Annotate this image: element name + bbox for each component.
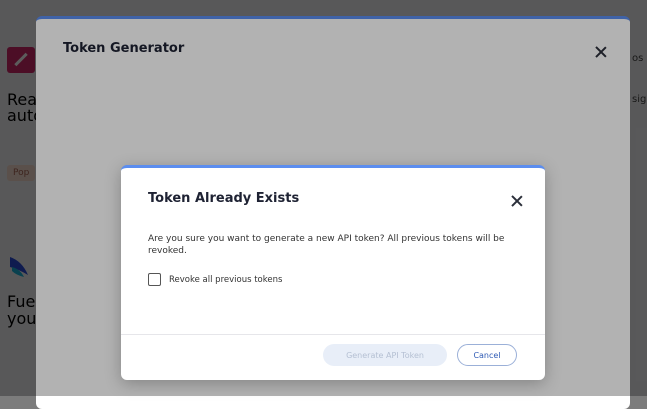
dialog-message: Are you sure you want to generate a new … [148, 234, 505, 256]
footer-divider [121, 334, 545, 335]
revoke-tokens-checkbox[interactable] [148, 273, 161, 286]
revoke-tokens-label: Revoke all previous tokens [169, 274, 283, 285]
dialog-title: Token Already Exists [148, 191, 300, 206]
cancel-button[interactable]: Cancel [457, 344, 517, 366]
close-icon[interactable] [510, 194, 524, 208]
revoke-tokens-option[interactable]: Revoke all previous tokens [148, 273, 282, 286]
token-exists-dialog: Token Already Exists Are you sure you wa… [121, 165, 545, 380]
generate-api-token-button[interactable]: Generate API Token [323, 344, 447, 366]
